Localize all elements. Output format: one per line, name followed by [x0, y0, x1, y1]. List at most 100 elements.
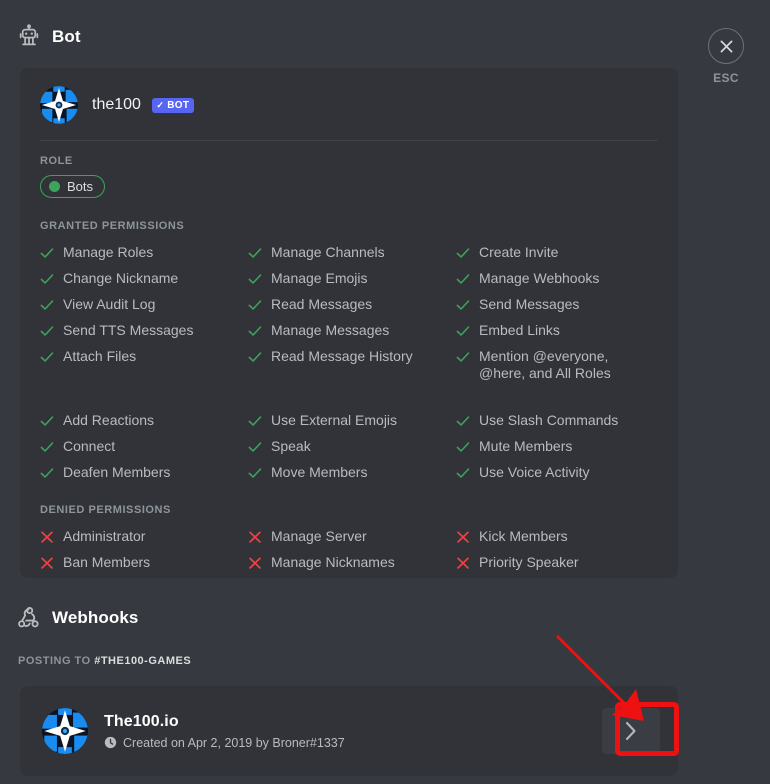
- granted-permission-item: Use External Emojis: [248, 408, 456, 434]
- check-icon: [456, 300, 470, 310]
- check-icon: [456, 416, 470, 426]
- permission-label: Change Nickname: [63, 270, 179, 286]
- granted-permission-item: Create Invite: [456, 240, 658, 266]
- bot-avatar: [40, 86, 78, 124]
- esc-label: ESC: [713, 71, 739, 85]
- bot-section-header: Bot: [0, 24, 81, 50]
- granted-permission-item: Use Voice Activity: [456, 460, 658, 486]
- bot-name: the100: [92, 96, 141, 113]
- granted-permission-item: Manage Messages: [248, 318, 456, 344]
- check-icon: [40, 300, 54, 310]
- permission-label: Read Message History: [271, 348, 413, 364]
- chevron-right-icon: [625, 721, 636, 741]
- check-icon: [40, 248, 54, 258]
- permission-label: Mute Members: [479, 438, 573, 454]
- granted-permission-item: Manage Emojis: [248, 266, 456, 292]
- denied-permission-item: Administrator: [40, 524, 248, 550]
- check-icon: [248, 468, 262, 478]
- denied-permission-item: Kick Members: [456, 524, 658, 550]
- check-icon: [248, 248, 262, 258]
- permission-label: Send Messages: [479, 296, 580, 312]
- check-icon: [248, 274, 262, 284]
- granted-permissions-heading: GRANTED PERMISSIONS: [40, 220, 185, 232]
- permission-label: Use Slash Commands: [479, 412, 619, 428]
- granted-permission-item: Manage Webhooks: [456, 266, 658, 292]
- webhook-row[interactable]: The100.io Created on Apr 2, 2019 by Bron…: [20, 686, 678, 776]
- permission-label: Speak: [271, 438, 311, 454]
- role-badge: Bots: [40, 175, 106, 198]
- permission-label: Read Messages: [271, 296, 373, 312]
- check-icon: [40, 352, 54, 362]
- cross-icon: [41, 557, 53, 569]
- check-icon: [248, 326, 262, 336]
- granted-permission-item: Move Members: [248, 460, 456, 486]
- cross-icon: [41, 531, 53, 543]
- role-heading: ROLE: [40, 155, 73, 167]
- permission-label: Attach Files: [63, 348, 137, 364]
- cross-icon: [249, 557, 261, 569]
- granted-permissions-section: GRANTED PERMISSIONS Manage Roles Manage C…: [20, 198, 678, 486]
- check-icon: [456, 468, 470, 478]
- granted-permission-item: Change Nickname: [40, 266, 248, 292]
- granted-permission-item: Attach Files: [40, 344, 248, 386]
- granted-permission-item: Deafen Members: [40, 460, 248, 486]
- webhook-avatar: [42, 708, 88, 754]
- permission-label: Create Invite: [479, 244, 559, 260]
- permission-label: Embed Links: [479, 322, 560, 338]
- granted-permission-item: Manage Channels: [248, 240, 456, 266]
- denied-permission-item: Priority Speaker: [456, 550, 658, 576]
- check-icon: [40, 274, 54, 284]
- close-button[interactable]: [708, 28, 744, 64]
- posting-to-channel: #THE100-GAMES: [94, 655, 192, 667]
- check-icon: [40, 416, 54, 426]
- check-icon: [248, 416, 262, 426]
- posting-to-line: POSTING TO #THE100-GAMES: [18, 655, 191, 667]
- check-icon: [456, 352, 470, 362]
- robot-icon: [19, 24, 39, 46]
- granted-permission-item: Mute Members: [456, 434, 658, 460]
- permission-label: Use External Emojis: [271, 412, 398, 428]
- bot-section-title: Bot: [52, 27, 81, 46]
- bot-info-card: the100 ✓ BOT ROLE Bots GRANTED PERMISSIO…: [20, 68, 678, 578]
- webhook-chevron-button[interactable]: [602, 708, 660, 754]
- bot-badge-label: BOT: [167, 100, 190, 111]
- denied-permission-item: Manage Server: [248, 524, 456, 550]
- permission-label: Add Reactions: [63, 412, 155, 428]
- granted-permission-item: Send TTS Messages: [40, 318, 248, 344]
- bot-badge-check-icon: ✓: [156, 100, 165, 110]
- granted-permission-item: Use Slash Commands: [456, 408, 658, 434]
- granted-permission-item: Embed Links: [456, 318, 658, 344]
- denied-permission-item: Manage Nicknames: [248, 550, 456, 576]
- permission-label: View Audit Log: [63, 296, 156, 312]
- granted-permission-item: Read Messages: [248, 292, 456, 318]
- granted-permission-item: Send Messages: [456, 292, 658, 318]
- webhook-created-text: Created on Apr 2, 2019 by Broner#1337: [123, 735, 345, 750]
- check-icon: [456, 326, 470, 336]
- permission-label: Mention @everyone, @here, and All Roles: [479, 348, 611, 381]
- cross-icon: [249, 531, 261, 543]
- bot-badge: ✓ BOT: [152, 98, 195, 113]
- permission-label: Manage Nicknames: [271, 554, 395, 570]
- permission-label: Deafen Members: [63, 464, 171, 480]
- granted-permission-item: Connect: [40, 434, 248, 460]
- permission-label: Kick Members: [479, 528, 568, 544]
- permission-label: Manage Roles: [63, 244, 154, 260]
- granted-permission-item: Manage Roles: [40, 240, 248, 266]
- granted-permission-item: Add Reactions: [40, 408, 248, 434]
- cross-icon: [457, 531, 469, 543]
- permission-label: Manage Channels: [271, 244, 385, 260]
- webhook-card: The100.io Created on Apr 2, 2019 by Bron…: [20, 686, 678, 776]
- denied-permissions-heading: DENIED PERMISSIONS: [40, 504, 171, 516]
- check-icon: [456, 274, 470, 284]
- granted-permission-item: Speak: [248, 434, 456, 460]
- role-color-dot: [49, 181, 60, 192]
- bot-settings-page: Bot ESC the100 ✓ BOT ROLE Bots GRANTED P…: [0, 0, 770, 784]
- check-icon: [456, 248, 470, 258]
- permission-label: Administrator: [63, 528, 146, 544]
- denied-permissions-section: DENIED PERMISSIONS Administrator Manage S…: [20, 486, 678, 576]
- check-icon: [248, 352, 262, 362]
- close-modal-control[interactable]: ESC: [698, 28, 754, 85]
- role-name: Bots: [67, 179, 94, 194]
- granted-permission-item: Mention @everyone, @here, and All Roles: [456, 344, 658, 386]
- webhook-meta: Created on Apr 2, 2019 by Broner#1337: [104, 736, 345, 750]
